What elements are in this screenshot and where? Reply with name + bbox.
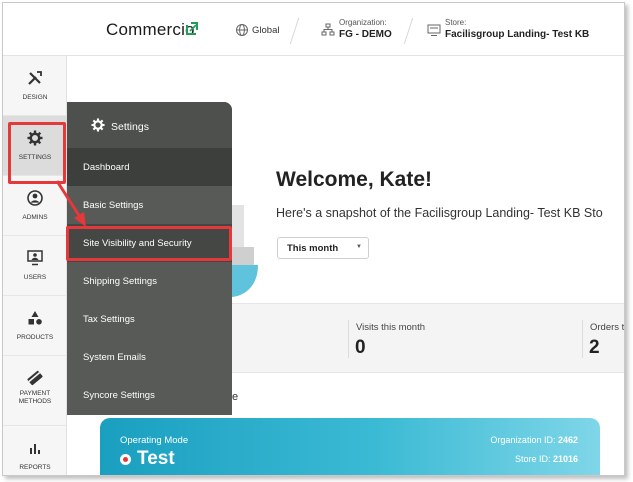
store-id-value: 21016 bbox=[552, 454, 578, 464]
menu-item-system-emails[interactable]: System Emails bbox=[67, 338, 232, 376]
rail-item-design[interactable]: DESIGN bbox=[3, 56, 67, 116]
stat-divider bbox=[582, 320, 583, 358]
organization-selector[interactable]: FG - DEMO bbox=[339, 29, 392, 40]
topbar-divider bbox=[289, 18, 300, 44]
rail-label-payment-methods: PAYMENT METHODS bbox=[18, 390, 52, 405]
store-selector[interactable]: Facilisgroup Landing- Test KB bbox=[445, 29, 589, 40]
settings-menu-title: Settings bbox=[111, 121, 149, 133]
reports-icon bbox=[30, 444, 40, 454]
stats-strip: Visits this month 0 Orders t 2 bbox=[232, 303, 625, 373]
organization-icon bbox=[321, 23, 335, 36]
region-selector[interactable]: Global bbox=[252, 25, 279, 36]
stat-value-visits: 0 bbox=[355, 337, 366, 358]
store-icon bbox=[427, 24, 441, 36]
stat-label-visits: Visits this month bbox=[356, 322, 425, 333]
rail-label-reports: REPORTS bbox=[19, 464, 51, 471]
globe-icon bbox=[236, 24, 248, 36]
stat-divider bbox=[348, 320, 349, 358]
users-icon bbox=[27, 250, 43, 266]
menu-item-tax-settings[interactable]: Tax Settings bbox=[67, 300, 232, 338]
menu-item-syncore-settings[interactable]: Syncore Settings bbox=[67, 376, 232, 414]
commercio-logo-icon bbox=[186, 22, 198, 35]
menu-item-label: Tax Settings bbox=[83, 314, 135, 325]
organization-label: Organization: bbox=[339, 18, 387, 27]
gear-icon bbox=[91, 118, 105, 132]
menu-item-label: System Emails bbox=[83, 352, 146, 363]
welcome-heading: Welcome, Kate! bbox=[276, 168, 432, 191]
admin-icon bbox=[27, 190, 43, 206]
rail-label-products: PRODUCTS bbox=[16, 334, 54, 341]
organization-id-label: Organization ID: bbox=[490, 435, 556, 445]
dashboard-illustration bbox=[232, 205, 258, 297]
settings-highlight-box bbox=[8, 122, 66, 184]
store-id: Store ID: 21016 bbox=[515, 454, 578, 464]
site-visibility-highlight-box bbox=[66, 226, 232, 261]
operating-mode-label: Operating Mode bbox=[120, 435, 189, 446]
organization-id-value: 2462 bbox=[557, 435, 578, 445]
settings-menu-header: Settings bbox=[67, 102, 232, 148]
menu-item-label: Dashboard bbox=[83, 162, 130, 173]
rail-item-products[interactable]: PRODUCTS bbox=[3, 296, 67, 356]
commercio-logo-text[interactable]: Commercio bbox=[106, 20, 195, 40]
status-dot-icon bbox=[120, 454, 131, 465]
design-icon bbox=[28, 71, 42, 85]
period-select[interactable]: This month ▼ bbox=[277, 237, 369, 259]
menu-item-shipping-settings[interactable]: Shipping Settings bbox=[67, 262, 232, 300]
top-bar: Commercio Global Organization: FG - DEMO bbox=[3, 3, 624, 56]
topbar-divider bbox=[403, 18, 414, 44]
left-nav-rail: DESIGN SETTINGS ADMINS USERS PRODUCTS PA… bbox=[3, 56, 67, 475]
payment-icon bbox=[27, 370, 43, 386]
snapshot-subtitle: Here's a snapshot of the Facilisgroup La… bbox=[276, 206, 603, 220]
organization-id: Organization ID: 2462 bbox=[490, 435, 578, 445]
app-window: Commercio Global Organization: FG - DEMO bbox=[2, 2, 625, 476]
stat-value-orders: 2 bbox=[589, 337, 600, 358]
menu-item-label: Syncore Settings bbox=[83, 390, 155, 401]
chevron-down-icon: ▼ bbox=[356, 244, 362, 250]
operating-mode-value: Test bbox=[137, 448, 175, 469]
rail-item-reports[interactable]: REPORTS bbox=[3, 426, 67, 475]
rail-item-users[interactable]: USERS bbox=[3, 236, 67, 296]
store-id-label: Store ID: bbox=[514, 454, 551, 464]
rail-item-payment-methods[interactable]: PAYMENT METHODS bbox=[3, 356, 67, 426]
period-select-value: This month bbox=[287, 243, 339, 254]
menu-item-label: Shipping Settings bbox=[83, 276, 157, 287]
store-label: Store: bbox=[445, 18, 467, 27]
products-icon bbox=[28, 311, 42, 325]
annotation-arrow-icon bbox=[55, 180, 86, 227]
stat-label-orders: Orders t bbox=[590, 322, 625, 333]
partially-hidden-heading: e bbox=[232, 391, 239, 403]
rail-label-design: DESIGN bbox=[22, 94, 48, 101]
operating-mode-card: Operating Mode Test Organization ID: 246… bbox=[100, 418, 600, 475]
rail-label-users: USERS bbox=[23, 274, 47, 281]
